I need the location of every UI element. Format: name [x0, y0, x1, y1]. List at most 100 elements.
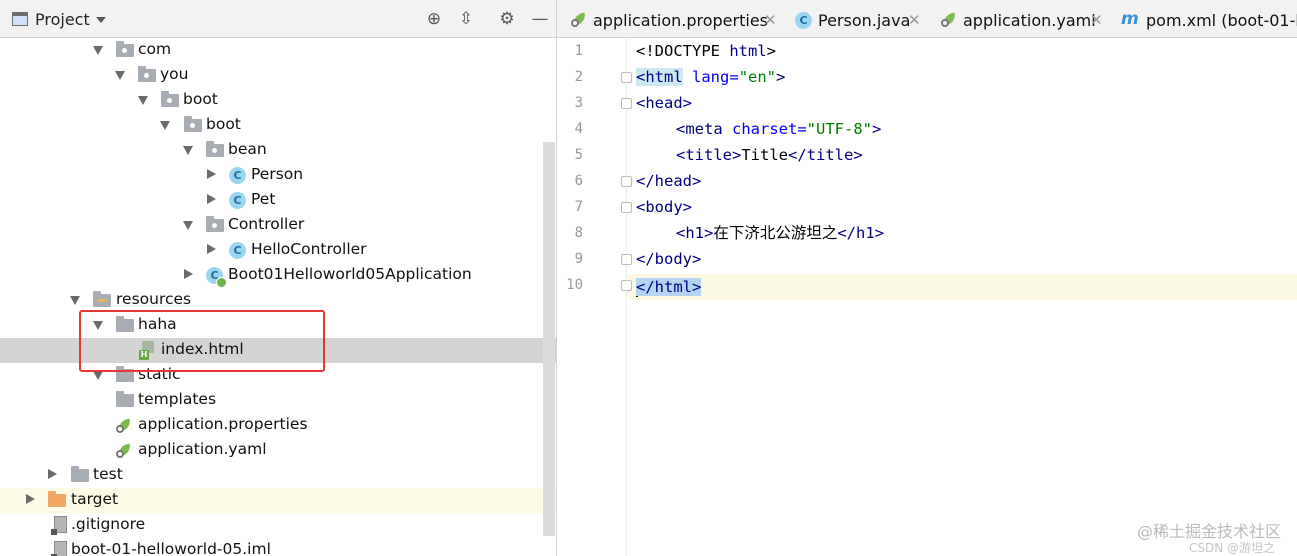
tree-item-test[interactable]: test: [0, 463, 556, 488]
fold-marker-icon[interactable]: [621, 176, 632, 187]
tree-item-boot[interactable]: boot: [0, 88, 556, 113]
hide-panel-icon[interactable]: —: [530, 9, 550, 29]
fold-marker-icon[interactable]: [621, 72, 632, 83]
tree-item-label: application.yaml: [138, 440, 267, 458]
code-line-4: <meta charset="UTF-8">: [676, 120, 882, 138]
expand-arrow-icon[interactable]: [93, 46, 103, 55]
package-icon: [206, 216, 224, 232]
expand-arrow-icon[interactable]: [183, 146, 193, 155]
tree-item-label: com: [138, 40, 172, 58]
fold-marker-icon[interactable]: [621, 280, 632, 291]
folder-icon: [71, 466, 89, 482]
line-number: 3: [574, 95, 583, 111]
expand-arrow-icon[interactable]: [184, 269, 193, 279]
tree-item-application-yaml[interactable]: application.yaml: [0, 438, 556, 463]
code-editor: application.properties ✕ C Person.java ✕…: [557, 0, 1297, 556]
close-icon[interactable]: ✕: [764, 11, 777, 29]
expand-arrow-icon[interactable]: [207, 244, 216, 254]
project-view-selector[interactable]: Project: [35, 10, 90, 29]
folder-icon: [116, 391, 134, 407]
tree-item-label: Controller: [228, 215, 305, 233]
expand-arrow-icon[interactable]: [138, 96, 148, 105]
excluded-folder-icon: [48, 491, 66, 507]
line-number: 8: [574, 225, 583, 241]
project-tool-window: Project ⊕ ⇳ ⚙ — com you boot boot bean C…: [0, 0, 557, 556]
tree-item-label: target: [71, 490, 119, 508]
tree-item-iml[interactable]: boot-01-helloworld-05.iml: [0, 538, 556, 556]
tree-item-hellocontroller[interactable]: C HelloController: [0, 238, 556, 263]
line-number: 2: [574, 69, 583, 85]
package-icon: [116, 41, 134, 57]
close-icon[interactable]: ✕: [908, 11, 921, 29]
line-number: 6: [574, 173, 583, 189]
code-line-5: <title>Title</title>: [676, 146, 863, 164]
tree-item-controller[interactable]: Controller: [0, 213, 556, 238]
expand-arrow-icon[interactable]: [207, 194, 216, 204]
tree-item-templates[interactable]: templates: [0, 388, 556, 413]
tree-item-application-class[interactable]: C Boot01Helloworld05Application: [0, 263, 556, 288]
tree-item-label: boot: [183, 90, 218, 108]
fold-marker-icon[interactable]: [621, 254, 632, 265]
tree-item-you[interactable]: you: [0, 63, 556, 88]
line-number: 4: [574, 121, 583, 137]
tab-application-yaml[interactable]: application.yaml ✕: [929, 0, 1109, 37]
maven-icon: m: [1121, 9, 1139, 29]
code-line-3: <head>: [636, 94, 692, 112]
tree-item-label: boot-01-helloworld-05.iml: [71, 540, 271, 556]
vertical-scrollbar[interactable]: [543, 142, 555, 536]
close-icon[interactable]: ✕: [1090, 11, 1103, 29]
fold-marker-icon[interactable]: [621, 98, 632, 109]
tab-label: application.properties: [593, 11, 768, 30]
line-number: 5: [574, 147, 583, 163]
tab-pom-xml[interactable]: m pom.xml (boot-01-he: [1109, 0, 1297, 37]
tree-item-label: you: [160, 65, 189, 83]
expand-arrow-icon[interactable]: [70, 296, 80, 305]
code-line-2: <html lang="en">: [636, 68, 786, 86]
expand-arrow-icon[interactable]: [93, 371, 103, 380]
expand-arrow-icon[interactable]: [26, 494, 35, 504]
file-icon: [51, 541, 67, 556]
tree-item-person[interactable]: C Person: [0, 163, 556, 188]
tree-item-label: Person: [251, 165, 304, 183]
project-header: Project ⊕ ⇳ ⚙ —: [0, 0, 556, 38]
tab-application-properties[interactable]: application.properties ✕: [557, 0, 785, 37]
code-line-9: </body>: [636, 250, 702, 268]
tree-item-label: bean: [228, 140, 267, 158]
code-line-1: <!DOCTYPE html>: [636, 42, 776, 60]
spring-leaf-icon: [116, 443, 133, 458]
expand-arrow-icon[interactable]: [48, 469, 57, 479]
line-number: 10: [566, 277, 583, 293]
tree-item-boot-inner[interactable]: boot: [0, 113, 556, 138]
class-icon: C: [229, 167, 246, 184]
package-icon: [184, 116, 202, 132]
locate-file-icon[interactable]: ⊕: [424, 9, 444, 29]
tree-item-label: HelloController: [251, 240, 367, 258]
package-icon: [206, 141, 224, 157]
line-number: 1: [574, 43, 583, 59]
tree-item-target[interactable]: target: [0, 488, 556, 513]
class-icon: C: [795, 12, 812, 29]
tab-person-java[interactable]: C Person.java ✕: [785, 0, 929, 37]
tree-item-pet[interactable]: C Pet: [0, 188, 556, 213]
tree-item-label: application.properties: [138, 415, 308, 433]
expand-arrow-icon[interactable]: [160, 121, 170, 130]
code-line-7: <body>: [636, 198, 692, 216]
collapse-all-icon[interactable]: ⇳: [456, 9, 476, 29]
chevron-down-icon[interactable]: [96, 17, 106, 23]
expand-arrow-icon[interactable]: [115, 71, 125, 80]
resource-folder-icon: [93, 291, 111, 307]
tree-item-com[interactable]: com: [0, 38, 556, 63]
tree-item-label: test: [93, 465, 123, 483]
tree-item-bean[interactable]: bean: [0, 138, 556, 163]
tree-item-application-properties[interactable]: application.properties: [0, 413, 556, 438]
tree-item-label: templates: [138, 390, 217, 408]
fold-marker-icon[interactable]: [621, 202, 632, 213]
expand-arrow-icon[interactable]: [207, 169, 216, 179]
file-icon: [51, 516, 67, 535]
spring-leaf-icon: [941, 12, 958, 27]
line-number: 7: [574, 199, 583, 215]
annotation-highlight-box: [79, 310, 325, 372]
expand-arrow-icon[interactable]: [183, 221, 193, 230]
gear-icon[interactable]: ⚙: [497, 9, 517, 29]
tree-item-gitignore[interactable]: .gitignore: [0, 513, 556, 538]
